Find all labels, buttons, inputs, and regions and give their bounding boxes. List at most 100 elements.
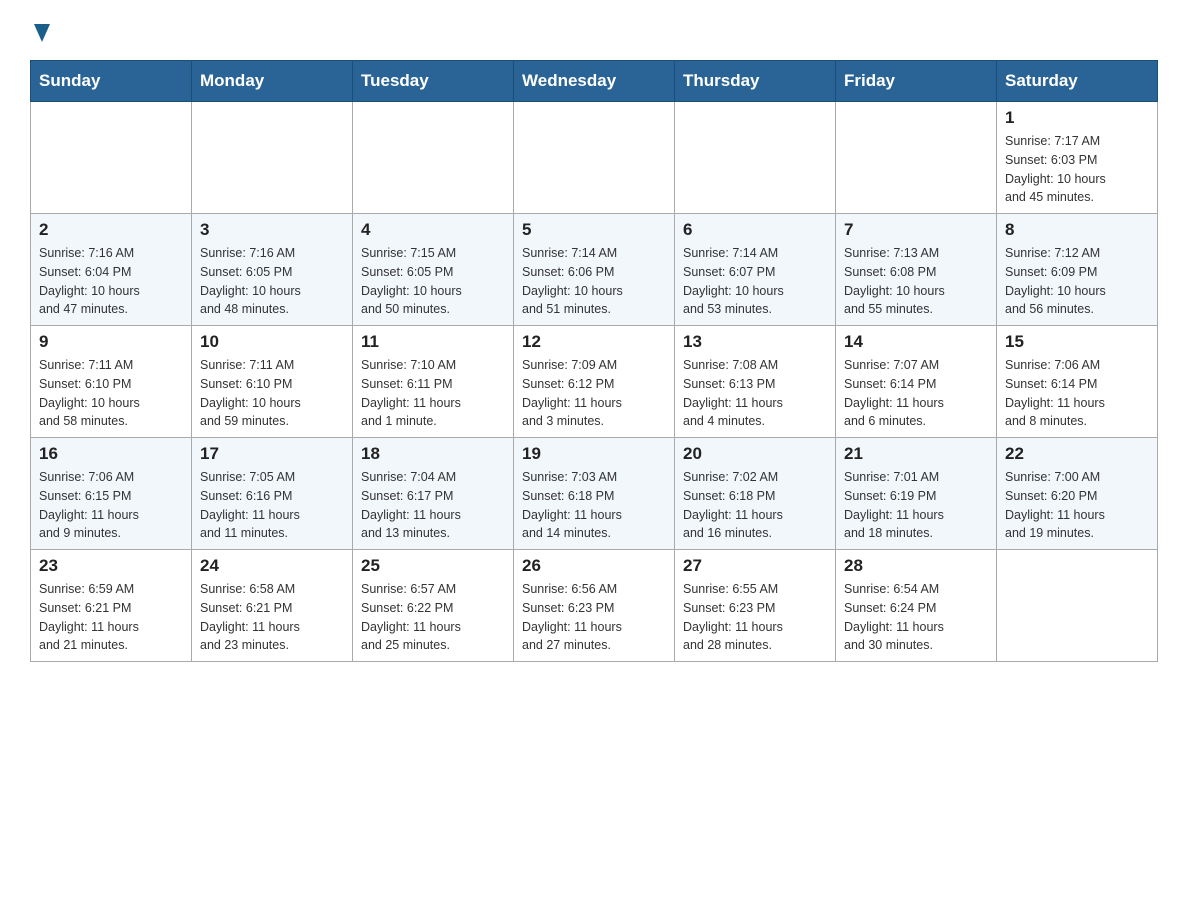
day-number: 2 xyxy=(39,220,183,240)
calendar-cell xyxy=(675,102,836,214)
day-number: 28 xyxy=(844,556,988,576)
calendar-cell xyxy=(836,102,997,214)
calendar-cell: 12 Sunrise: 7:09 AM Sunset: 6:12 PM Dayli… xyxy=(514,326,675,438)
calendar-cell: 4 Sunrise: 7:15 AM Sunset: 6:05 PM Daylig… xyxy=(353,214,514,326)
day-info: Sunrise: 7:14 AM Sunset: 6:07 PM Dayligh… xyxy=(683,244,827,319)
day-info: Sunrise: 7:15 AM Sunset: 6:05 PM Dayligh… xyxy=(361,244,505,319)
day-number: 3 xyxy=(200,220,344,240)
day-number: 21 xyxy=(844,444,988,464)
calendar-cell: 10 Sunrise: 7:11 AM Sunset: 6:10 PM Dayli… xyxy=(192,326,353,438)
calendar-cell: 7 Sunrise: 7:13 AM Sunset: 6:08 PM Daylig… xyxy=(836,214,997,326)
day-info: Sunrise: 7:01 AM Sunset: 6:19 PM Dayligh… xyxy=(844,468,988,543)
weekday-header-thursday: Thursday xyxy=(675,61,836,102)
day-info: Sunrise: 6:59 AM Sunset: 6:21 PM Dayligh… xyxy=(39,580,183,655)
calendar-cell: 27 Sunrise: 6:55 AM Sunset: 6:23 PM Dayli… xyxy=(675,550,836,662)
day-number: 6 xyxy=(683,220,827,240)
calendar-cell: 16 Sunrise: 7:06 AM Sunset: 6:15 PM Dayli… xyxy=(31,438,192,550)
day-info: Sunrise: 6:54 AM Sunset: 6:24 PM Dayligh… xyxy=(844,580,988,655)
calendar-cell: 19 Sunrise: 7:03 AM Sunset: 6:18 PM Dayli… xyxy=(514,438,675,550)
day-number: 11 xyxy=(361,332,505,352)
calendar-week-row: 23 Sunrise: 6:59 AM Sunset: 6:21 PM Dayli… xyxy=(31,550,1158,662)
calendar-cell: 21 Sunrise: 7:01 AM Sunset: 6:19 PM Dayli… xyxy=(836,438,997,550)
day-info: Sunrise: 7:11 AM Sunset: 6:10 PM Dayligh… xyxy=(200,356,344,431)
day-info: Sunrise: 7:07 AM Sunset: 6:14 PM Dayligh… xyxy=(844,356,988,431)
calendar-cell: 25 Sunrise: 6:57 AM Sunset: 6:22 PM Dayli… xyxy=(353,550,514,662)
day-info: Sunrise: 6:56 AM Sunset: 6:23 PM Dayligh… xyxy=(522,580,666,655)
calendar-week-row: 16 Sunrise: 7:06 AM Sunset: 6:15 PM Dayli… xyxy=(31,438,1158,550)
calendar-cell: 15 Sunrise: 7:06 AM Sunset: 6:14 PM Dayli… xyxy=(997,326,1158,438)
day-info: Sunrise: 7:06 AM Sunset: 6:15 PM Dayligh… xyxy=(39,468,183,543)
day-number: 15 xyxy=(1005,332,1149,352)
day-info: Sunrise: 7:05 AM Sunset: 6:16 PM Dayligh… xyxy=(200,468,344,543)
calendar-week-row: 1 Sunrise: 7:17 AM Sunset: 6:03 PM Daylig… xyxy=(31,102,1158,214)
weekday-header-saturday: Saturday xyxy=(997,61,1158,102)
day-info: Sunrise: 7:17 AM Sunset: 6:03 PM Dayligh… xyxy=(1005,132,1149,207)
day-number: 12 xyxy=(522,332,666,352)
day-info: Sunrise: 7:06 AM Sunset: 6:14 PM Dayligh… xyxy=(1005,356,1149,431)
calendar-cell xyxy=(192,102,353,214)
day-number: 1 xyxy=(1005,108,1149,128)
calendar-cell xyxy=(31,102,192,214)
day-info: Sunrise: 7:03 AM Sunset: 6:18 PM Dayligh… xyxy=(522,468,666,543)
day-info: Sunrise: 7:14 AM Sunset: 6:06 PM Dayligh… xyxy=(522,244,666,319)
calendar-cell: 17 Sunrise: 7:05 AM Sunset: 6:16 PM Dayli… xyxy=(192,438,353,550)
calendar-cell: 26 Sunrise: 6:56 AM Sunset: 6:23 PM Dayli… xyxy=(514,550,675,662)
calendar-cell: 23 Sunrise: 6:59 AM Sunset: 6:21 PM Dayli… xyxy=(31,550,192,662)
day-number: 9 xyxy=(39,332,183,352)
calendar-cell: 5 Sunrise: 7:14 AM Sunset: 6:06 PM Daylig… xyxy=(514,214,675,326)
day-info: Sunrise: 7:10 AM Sunset: 6:11 PM Dayligh… xyxy=(361,356,505,431)
day-info: Sunrise: 7:02 AM Sunset: 6:18 PM Dayligh… xyxy=(683,468,827,543)
calendar-table: SundayMondayTuesdayWednesdayThursdayFrid… xyxy=(30,60,1158,662)
weekday-header-monday: Monday xyxy=(192,61,353,102)
calendar-cell: 22 Sunrise: 7:00 AM Sunset: 6:20 PM Dayli… xyxy=(997,438,1158,550)
day-number: 18 xyxy=(361,444,505,464)
day-info: Sunrise: 7:09 AM Sunset: 6:12 PM Dayligh… xyxy=(522,356,666,431)
day-number: 23 xyxy=(39,556,183,576)
calendar-cell xyxy=(997,550,1158,662)
day-number: 27 xyxy=(683,556,827,576)
day-number: 5 xyxy=(522,220,666,240)
day-number: 8 xyxy=(1005,220,1149,240)
weekday-header-friday: Friday xyxy=(836,61,997,102)
calendar-cell: 13Sunrise: 7:08 AM Sunset: 6:13 PM Dayli… xyxy=(675,326,836,438)
day-info: Sunrise: 7:00 AM Sunset: 6:20 PM Dayligh… xyxy=(1005,468,1149,543)
page-header xyxy=(30,20,1158,44)
day-info: Sunrise: 6:57 AM Sunset: 6:22 PM Dayligh… xyxy=(361,580,505,655)
calendar-week-row: 9 Sunrise: 7:11 AM Sunset: 6:10 PM Daylig… xyxy=(31,326,1158,438)
day-number: 14 xyxy=(844,332,988,352)
calendar-header-row: SundayMondayTuesdayWednesdayThursdayFrid… xyxy=(31,61,1158,102)
day-number: 17 xyxy=(200,444,344,464)
day-info: Sunrise: 7:04 AM Sunset: 6:17 PM Dayligh… xyxy=(361,468,505,543)
calendar-cell: 24 Sunrise: 6:58 AM Sunset: 6:21 PM Dayli… xyxy=(192,550,353,662)
day-info: Sunrise: 7:13 AM Sunset: 6:08 PM Dayligh… xyxy=(844,244,988,319)
calendar-cell: 3 Sunrise: 7:16 AM Sunset: 6:05 PM Daylig… xyxy=(192,214,353,326)
day-number: 26 xyxy=(522,556,666,576)
calendar-cell: 28 Sunrise: 6:54 AM Sunset: 6:24 PM Dayli… xyxy=(836,550,997,662)
day-info: Sunrise: 7:16 AM Sunset: 6:05 PM Dayligh… xyxy=(200,244,344,319)
day-info: Sunrise: 7:12 AM Sunset: 6:09 PM Dayligh… xyxy=(1005,244,1149,319)
calendar-cell: 20Sunrise: 7:02 AM Sunset: 6:18 PM Dayli… xyxy=(675,438,836,550)
day-number: 24 xyxy=(200,556,344,576)
day-number: 4 xyxy=(361,220,505,240)
day-number: 22 xyxy=(1005,444,1149,464)
day-info: Sunrise: 6:58 AM Sunset: 6:21 PM Dayligh… xyxy=(200,580,344,655)
calendar-cell: 6 Sunrise: 7:14 AM Sunset: 6:07 PM Daylig… xyxy=(675,214,836,326)
weekday-header-sunday: Sunday xyxy=(31,61,192,102)
calendar-cell: 14 Sunrise: 7:07 AM Sunset: 6:14 PM Dayli… xyxy=(836,326,997,438)
day-number: 19 xyxy=(522,444,666,464)
calendar-cell: 1 Sunrise: 7:17 AM Sunset: 6:03 PM Daylig… xyxy=(997,102,1158,214)
day-number: 16 xyxy=(39,444,183,464)
day-number: 10 xyxy=(200,332,344,352)
day-number: 7 xyxy=(844,220,988,240)
day-info: Sunrise: 7:11 AM Sunset: 6:10 PM Dayligh… xyxy=(39,356,183,431)
calendar-cell: 2Sunrise: 7:16 AM Sunset: 6:04 PM Daylig… xyxy=(31,214,192,326)
day-number: 25 xyxy=(361,556,505,576)
calendar-cell: 11 Sunrise: 7:10 AM Sunset: 6:11 PM Dayli… xyxy=(353,326,514,438)
calendar-week-row: 2Sunrise: 7:16 AM Sunset: 6:04 PM Daylig… xyxy=(31,214,1158,326)
logo-arrow-icon xyxy=(32,22,52,44)
weekday-header-tuesday: Tuesday xyxy=(353,61,514,102)
calendar-cell xyxy=(353,102,514,214)
logo xyxy=(30,20,52,44)
calendar-cell: 18 Sunrise: 7:04 AM Sunset: 6:17 PM Dayli… xyxy=(353,438,514,550)
day-info: Sunrise: 6:55 AM Sunset: 6:23 PM Dayligh… xyxy=(683,580,827,655)
